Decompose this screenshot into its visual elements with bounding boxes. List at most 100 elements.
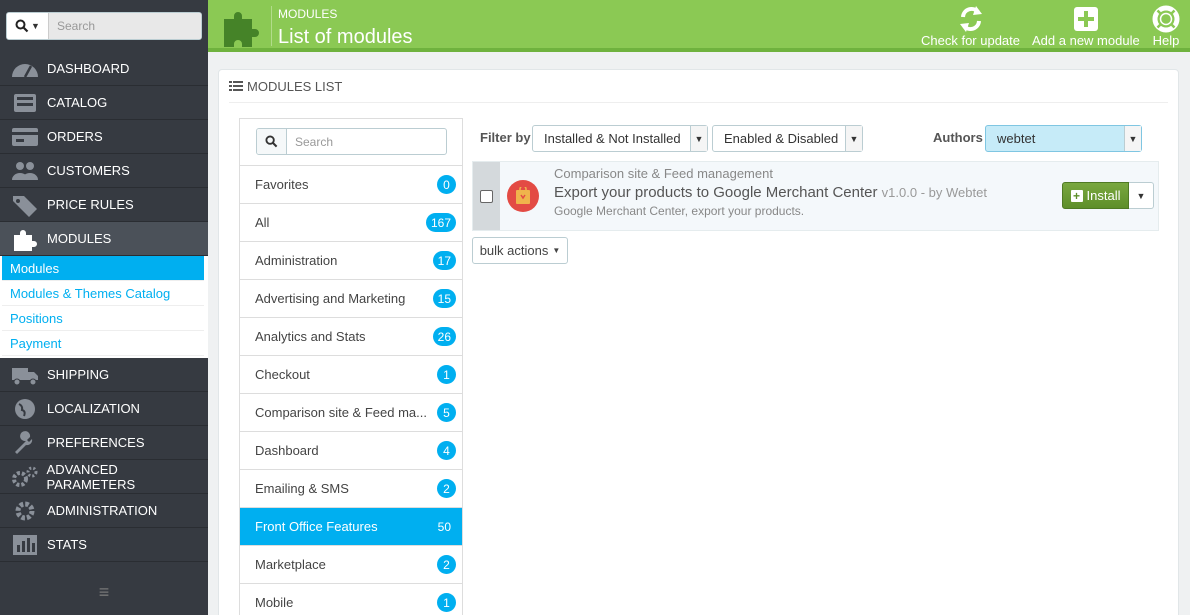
category-count-badge: 4 (437, 441, 456, 460)
advanced-parameters-icon (7, 464, 43, 490)
category-item[interactable]: All 167 (240, 204, 462, 242)
panel-title: MODULES LIST (247, 78, 343, 94)
caret-down-icon: ▼ (690, 126, 707, 151)
sidebar-item-advanced-parameters[interactable]: ADVANCED PARAMETERS (0, 460, 208, 494)
sidebar-item-shipping[interactable]: SHIPPING (0, 358, 208, 392)
category-label: Emailing & SMS (255, 481, 349, 496)
sidebar-item-label: ADVANCED PARAMETERS (46, 461, 136, 492)
module-category: Comparison site & Feed management (554, 166, 773, 181)
subnav-item-modules[interactable]: Modules (2, 256, 204, 281)
category-count-badge: 15 (432, 289, 456, 308)
sidebar-item-label: LOCALIZATION (47, 401, 140, 416)
category-item[interactable]: Dashboard 4 (240, 432, 462, 470)
lifebuoy-icon (1152, 5, 1180, 32)
sidebar-search-input[interactable]: Search (49, 13, 201, 39)
help-label: Help (1152, 33, 1180, 48)
caret-down-icon: ▼ (1124, 126, 1141, 151)
check-update-label: Check for update (921, 33, 1021, 48)
category-label: Analytics and Stats (255, 329, 366, 344)
modules-subnav: Modules Modules & Themes Catalog Positions… (0, 256, 208, 358)
sidebar-item-price-rules[interactable]: PRICE RULES (0, 188, 208, 222)
enable-state-value: Enabled & Disabled (724, 131, 839, 146)
install-state-select[interactable]: Installed & Not Installed ▼ (532, 125, 708, 152)
preferences-icon (7, 430, 43, 456)
puzzle-icon (224, 12, 259, 47)
refresh-icon (959, 5, 982, 32)
sidebar-item-label: MODULES (47, 231, 112, 246)
sidebar-item-dashboard[interactable]: DASHBOARD (0, 52, 208, 86)
sidebar-item-label: STATS (47, 537, 87, 552)
add-module-button[interactable]: Add a new module (1032, 4, 1140, 48)
sidebar-item-label: PREFERENCES (47, 435, 145, 450)
category-count-badge: 0 (437, 175, 456, 194)
subnav-item-payment[interactable]: Payment (2, 331, 204, 356)
category-label: All (255, 215, 270, 230)
category-search-input[interactable]: Search (287, 129, 446, 154)
price-rules-icon (7, 192, 43, 218)
collapse-menu-icon[interactable]: ≡ (0, 569, 208, 615)
category-list: Search Favorites 0 All 167 Administration 17 A… (239, 118, 463, 615)
catalog-icon (7, 90, 43, 116)
plus-square-icon (1073, 6, 1098, 31)
sidebar-item-catalog[interactable]: CATALOG (0, 86, 208, 120)
install-options-toggle[interactable]: ▼ (1129, 182, 1154, 209)
category-label: Advertising and Marketing (255, 291, 406, 306)
breadcrumb[interactable]: MODULES (278, 7, 337, 21)
category-count-badge: 1 (437, 365, 456, 384)
subnav-item-positions[interactable]: Positions (2, 306, 204, 331)
shipping-icon (7, 362, 43, 388)
sidebar-item-label: SHIPPING (47, 367, 110, 382)
module-checkbox[interactable] (480, 189, 493, 203)
category-label: Mobile (255, 595, 294, 610)
module-title: Export your products to Google Merchant … (554, 184, 987, 201)
sidebar-item-administration[interactable]: ADMINISTRATION (0, 494, 208, 528)
administration-icon (7, 498, 43, 524)
search-icon (265, 135, 278, 148)
localization-icon (7, 396, 43, 422)
install-button-group: + Install ▼ (1062, 182, 1154, 209)
search-scope-dropdown[interactable]: ▼ (7, 13, 49, 39)
install-state-value: Installed & Not Installed (544, 131, 681, 146)
caret-down-icon: ▼ (1136, 190, 1146, 201)
check-update-button[interactable]: Check for update (921, 4, 1020, 48)
category-item[interactable]: Administration 17 (240, 242, 462, 280)
category-item[interactable]: Favorites 0 (240, 166, 462, 204)
category-count-badge: 17 (432, 251, 456, 270)
sidebar-item-label: ADMINISTRATION (47, 503, 158, 518)
category-item[interactable]: Marketplace 2 (240, 546, 462, 584)
caret-down-icon: ▼ (31, 21, 40, 31)
authors-select[interactable]: webtet ▼ (985, 125, 1142, 152)
category-item[interactable]: Mobile 1 (240, 584, 462, 615)
category-item[interactable]: Checkout 1 (240, 356, 462, 394)
sidebar-item-stats[interactable]: STATS (0, 528, 208, 562)
help-button[interactable]: Help (1152, 4, 1180, 48)
category-count-badge: 50 (437, 519, 451, 534)
category-label: Comparison site & Feed ma... (255, 405, 427, 420)
panel-heading: MODULES LIST (229, 70, 1168, 103)
module-version: v1.0.0 - by Webtet (881, 185, 987, 200)
category-item[interactable]: Emailing & SMS 2 (240, 470, 462, 508)
sidebar-item-preferences[interactable]: PREFERENCES (0, 426, 208, 460)
sidebar-item-localization[interactable]: LOCALIZATION (0, 392, 208, 426)
plus-square-icon: + (1070, 189, 1083, 202)
sidebar-item-modules[interactable]: MODULES (0, 222, 208, 256)
category-item[interactable]: Analytics and Stats 26 (240, 318, 462, 356)
header-divider (271, 6, 272, 46)
category-label: Checkout (255, 367, 310, 382)
sidebar-item-label: DASHBOARD (47, 61, 130, 76)
install-button[interactable]: + Install (1062, 182, 1129, 209)
sidebar-item-customers[interactable]: CUSTOMERS (0, 154, 208, 188)
category-label: Marketplace (255, 557, 326, 572)
bulk-actions-button[interactable]: bulk actions ▼ (472, 237, 568, 264)
sidebar-item-label: CATALOG (47, 95, 108, 110)
subnav-item-modules-themes-catalog[interactable]: Modules & Themes Catalog (2, 281, 204, 306)
category-count-badge: 1 (437, 593, 456, 612)
category-item[interactable]: Advertising and Marketing 15 (240, 280, 462, 318)
page-header: MODULES List of modules Check for update… (208, 0, 1190, 52)
enable-state-select[interactable]: Enabled & Disabled ▼ (712, 125, 863, 152)
module-logo-icon (507, 180, 539, 212)
category-item[interactable]: Front Office Features 50 (240, 508, 462, 546)
category-count-badge: 167 (425, 213, 456, 232)
sidebar-item-orders[interactable]: ORDERS (0, 120, 208, 154)
category-item[interactable]: Comparison site & Feed ma... 5 (240, 394, 462, 432)
